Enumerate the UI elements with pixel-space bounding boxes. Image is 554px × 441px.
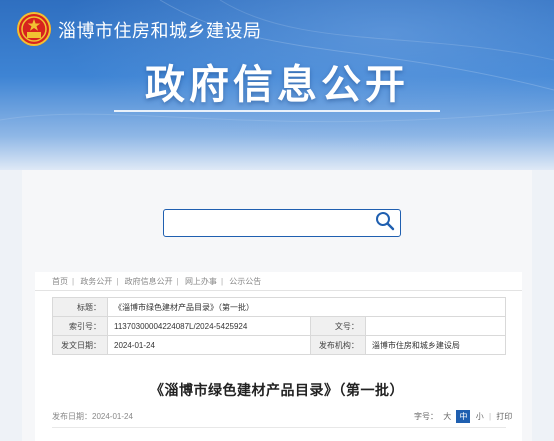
- meta-row-date: 发文日期： 2024-01-24 发布机构： 淄博市住房和城乡建设局: [52, 335, 507, 355]
- document-meta-table: 标题： 《淄博市绿色建材产品目录》（第一批） 索引号： 113703000042…: [52, 297, 507, 355]
- article-body-divider: [52, 427, 506, 428]
- meta-row-index: 索引号： 11370300004224087L/2024-5425924 文号：: [52, 316, 507, 336]
- meta-date-value: 2024-01-24: [107, 335, 311, 355]
- meta-date-label: 发文日期：: [52, 335, 108, 355]
- font-size-small-button[interactable]: 小: [476, 411, 484, 422]
- breadcrumb-separator: |: [220, 277, 224, 286]
- breadcrumb-gov-affairs[interactable]: 政务公开: [80, 276, 112, 287]
- search-icon[interactable]: [375, 211, 395, 231]
- font-size-label: 字号：: [414, 412, 438, 421]
- meta-title-value: 《淄博市绿色建材产品目录》（第一批）: [107, 297, 506, 317]
- meta-org-value: 淄博市住房和城乡建设局: [364, 335, 507, 355]
- tools-divider: |: [488, 412, 492, 421]
- breadcrumb-announcements[interactable]: 公示公告: [229, 276, 261, 287]
- article-title: 《淄博市绿色建材产品目录》（第一批）: [150, 383, 404, 399]
- title-underline: [114, 110, 440, 112]
- breadcrumb-info-disclosure[interactable]: 政府信息公开: [125, 276, 173, 287]
- breadcrumb-separator: |: [72, 277, 75, 286]
- breadcrumb: 首页 | 政务公开 | 政府信息公开 | 网上办事 | 公示公告: [52, 276, 261, 287]
- meta-index-value: 11370300004224087L/2024-5425924: [107, 316, 311, 336]
- breadcrumb-online-services[interactable]: 网上办事: [185, 276, 217, 287]
- meta-doc-no-label: 文号：: [309, 316, 366, 336]
- publish-date-value: 2024-01-24: [92, 412, 133, 421]
- breadcrumb-separator: |: [116, 277, 119, 286]
- font-size-medium-button[interactable]: 中: [456, 410, 471, 423]
- meta-org-label: 发布机构：: [309, 335, 366, 355]
- meta-title-label: 标题：: [52, 297, 108, 317]
- font-size-large-button[interactable]: 大: [443, 411, 451, 422]
- national-emblem-icon: [17, 12, 51, 46]
- breadcrumb-separator: |: [176, 277, 179, 286]
- publish-date: 发布日期：2024-01-24: [52, 411, 133, 422]
- meta-row-title: 标题： 《淄博市绿色建材产品目录》（第一批）: [52, 297, 506, 317]
- breadcrumb-home[interactable]: 首页: [52, 276, 68, 287]
- divider: [35, 290, 522, 291]
- article-tools: 字号： 大 中 小 | 打印: [414, 410, 515, 423]
- search-input[interactable]: [163, 209, 401, 237]
- meta-index-label: 索引号：: [52, 316, 108, 336]
- section-title: 政府信息公开: [145, 63, 409, 107]
- publish-date-label: 发布日期：: [52, 412, 92, 421]
- print-button[interactable]: 打印: [496, 411, 512, 422]
- site-name[interactable]: 淄博市住房和城乡建设局: [58, 17, 262, 43]
- meta-doc-no-value: [364, 316, 507, 336]
